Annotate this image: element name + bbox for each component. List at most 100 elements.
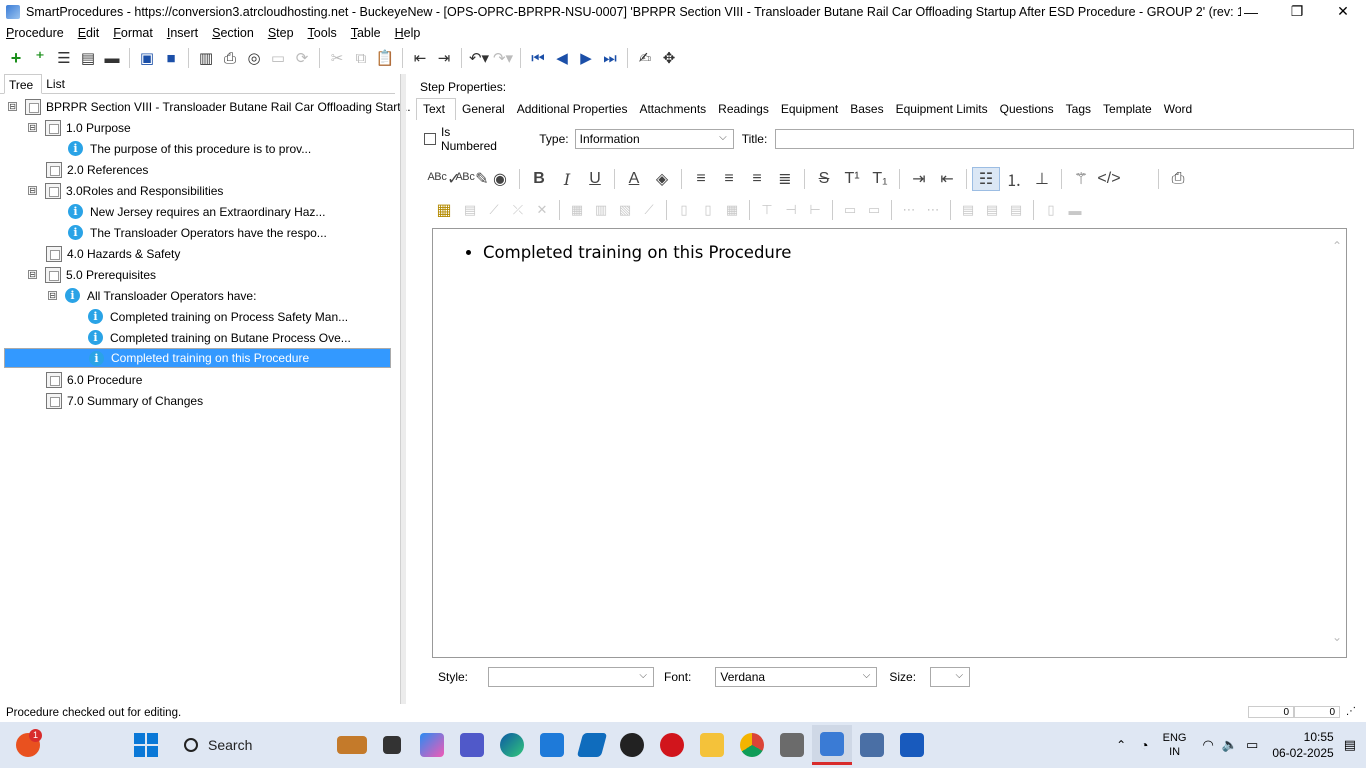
guitar-widget-icon[interactable] — [332, 725, 372, 765]
redo-icon[interactable]: ↷▾ — [491, 46, 515, 70]
tree-node[interactable]: 6.0 Procedure — [46, 369, 142, 390]
print-preview-icon[interactable]: ⎙ — [1164, 167, 1192, 191]
cut-icon[interactable]: ✂ — [325, 46, 349, 70]
powerautomate-icon[interactable] — [572, 725, 612, 765]
edge-icon[interactable] — [492, 725, 532, 765]
smartprocedures-taskbar-icon[interactable] — [812, 725, 852, 765]
task-view-icon[interactable] — [372, 725, 412, 765]
first-icon[interactable]: ⏮ — [526, 46, 550, 70]
outdent-icon[interactable]: ⇤ — [408, 46, 432, 70]
minimize-button[interactable]: — — [1228, 0, 1274, 23]
justify-icon[interactable]: ≣ — [771, 167, 799, 191]
tree-node[interactable]: 4.0 Hazards & Safety — [46, 243, 180, 264]
align-left-icon[interactable]: ≡ — [687, 167, 715, 191]
superscript-icon[interactable]: T¹ — [838, 167, 866, 191]
collapse-icon[interactable]: ⊟ — [8, 102, 17, 111]
text-editor[interactable]: Completed training on this Procedure ⌃ ⌄ — [432, 228, 1347, 658]
bulleted-list-icon[interactable]: ☷ — [972, 167, 1000, 191]
print-icon[interactable]: ⎙ — [218, 46, 242, 70]
editor-scrollbar[interactable]: ⌃ ⌄ — [1332, 239, 1344, 644]
clock[interactable]: 10:55 06-02-2025 — [1272, 729, 1333, 761]
previous-icon[interactable]: ◀ — [550, 46, 574, 70]
network-status-icon[interactable]: ◔ — [1140, 737, 1148, 753]
menu-table[interactable]: Table — [351, 26, 381, 40]
tab-bases[interactable]: Bases — [844, 98, 889, 120]
record-icon[interactable]: ◉ — [486, 167, 514, 191]
tab-questions[interactable]: Questions — [994, 98, 1060, 120]
increase-indent-icon[interactable]: ⇥ — [905, 167, 933, 191]
insert-line-icon[interactable]: ⊥ — [1028, 167, 1056, 191]
tab-equipment-limits[interactable]: Equipment Limits — [890, 98, 994, 120]
tab-equipment[interactable]: Equipment — [775, 98, 844, 120]
magic-wand-icon[interactable]: ⚚ — [1067, 167, 1095, 191]
type-select[interactable]: Information ⌵ — [574, 129, 734, 149]
tab-readings[interactable]: Readings — [712, 98, 775, 120]
tree-node[interactable]: i New Jersey requires an Extraordinary H… — [68, 201, 325, 222]
web-icon[interactable]: ◎ — [242, 46, 266, 70]
menu-section[interactable]: Section — [212, 26, 254, 40]
highlight-icon[interactable]: ◈ — [648, 167, 676, 191]
tree-node[interactable]: i Completed training on Butane Process O… — [88, 327, 351, 348]
tab-word[interactable]: Word — [1158, 98, 1198, 120]
collapse-icon[interactable]: ⊟ — [28, 270, 37, 279]
align-center-icon[interactable]: ≡ — [715, 167, 743, 191]
numbered-list-icon[interactable]: ⒈ — [1000, 167, 1028, 191]
collapse-icon[interactable]: ⊟ — [28, 123, 37, 132]
paste-icon[interactable]: 📋 — [373, 46, 397, 70]
last-icon[interactable]: ⏭ — [598, 46, 622, 70]
scroll-up-icon[interactable]: ⌃ — [1332, 239, 1342, 253]
html-source-icon[interactable]: </> — [1095, 167, 1123, 191]
tree-node[interactable]: 7.0 Summary of Changes — [46, 390, 203, 411]
insert-table-icon[interactable]: ▦ — [430, 198, 458, 222]
taskbar-search[interactable]: Search — [172, 728, 332, 762]
windows-start-icon[interactable] — [126, 725, 166, 765]
tree-node[interactable]: i The purpose of this procedure is to pr… — [68, 138, 311, 159]
tab-tags[interactable]: Tags — [1060, 98, 1097, 120]
tab-template[interactable]: Template — [1097, 98, 1158, 120]
signature-icon[interactable]: ✍ — [633, 46, 657, 70]
menu-insert[interactable]: Insert — [167, 26, 198, 40]
notification-app-icon[interactable]: 1 — [8, 725, 48, 765]
chevron-up-icon[interactable]: ⌃ — [1116, 738, 1126, 752]
close-button[interactable]: ✕ — [1320, 0, 1366, 23]
tree-node[interactable]: ⊟ 1.0 Purpose — [28, 117, 131, 138]
tab-general[interactable]: General — [456, 98, 511, 120]
pane-splitter[interactable] — [400, 74, 406, 704]
bold-icon[interactable]: B — [525, 167, 553, 191]
tree-node[interactable]: i The Transloader Operators have the res… — [68, 222, 327, 243]
outline-icon[interactable]: ▤ — [76, 46, 100, 70]
next-icon[interactable]: ▶ — [574, 46, 598, 70]
word-icon[interactable] — [892, 725, 932, 765]
underline-icon[interactable]: U — [581, 167, 609, 191]
tree-node[interactable]: i Completed training on Process Safety M… — [88, 306, 348, 327]
indent-icon[interactable]: ⇥ — [432, 46, 456, 70]
store-icon[interactable] — [532, 725, 572, 765]
wifi-icon[interactable]: ◠ — [1202, 737, 1213, 753]
tree-node[interactable]: ⊟ 5.0 Prerequisites — [28, 264, 156, 285]
add-section-icon[interactable]: + — [4, 46, 28, 70]
tree-node[interactable]: ⊟ BPRPR Section VIII - Transloader Butan… — [8, 96, 411, 117]
copilot-icon[interactable] — [412, 725, 452, 765]
properties-icon[interactable]: ☰ — [52, 46, 76, 70]
scroll-down-icon[interactable]: ⌄ — [1332, 630, 1342, 644]
move-icon[interactable]: ✥ — [657, 46, 681, 70]
language-indicator[interactable]: ENG IN — [1163, 731, 1187, 759]
tab-list[interactable]: List — [42, 74, 73, 93]
menu-help[interactable]: Help — [395, 26, 421, 40]
volume-icon[interactable]: 🔈 — [1222, 737, 1238, 753]
remote-app-icon[interactable] — [852, 725, 892, 765]
menu-tools[interactable]: Tools — [308, 26, 337, 40]
menu-edit[interactable]: Edit — [78, 26, 100, 40]
collapse-icon[interactable]: ⊟ — [48, 291, 57, 300]
view-icon[interactable]: ▭ — [266, 46, 290, 70]
tab-tree[interactable]: Tree — [4, 74, 43, 94]
size-select[interactable]: ⌵ — [930, 667, 971, 687]
subscript-icon[interactable]: T₁ — [866, 167, 894, 191]
align-right-icon[interactable]: ≡ — [743, 167, 771, 191]
menu-step[interactable]: Step — [268, 26, 294, 40]
add-step-icon[interactable]: ⁺ — [28, 46, 52, 70]
calculator-icon[interactable] — [772, 725, 812, 765]
file-explorer-icon[interactable] — [692, 725, 732, 765]
spellcheck-icon[interactable]: ᴬᴮᶜ✓ — [428, 167, 461, 191]
menu-format[interactable]: Format — [113, 26, 153, 40]
